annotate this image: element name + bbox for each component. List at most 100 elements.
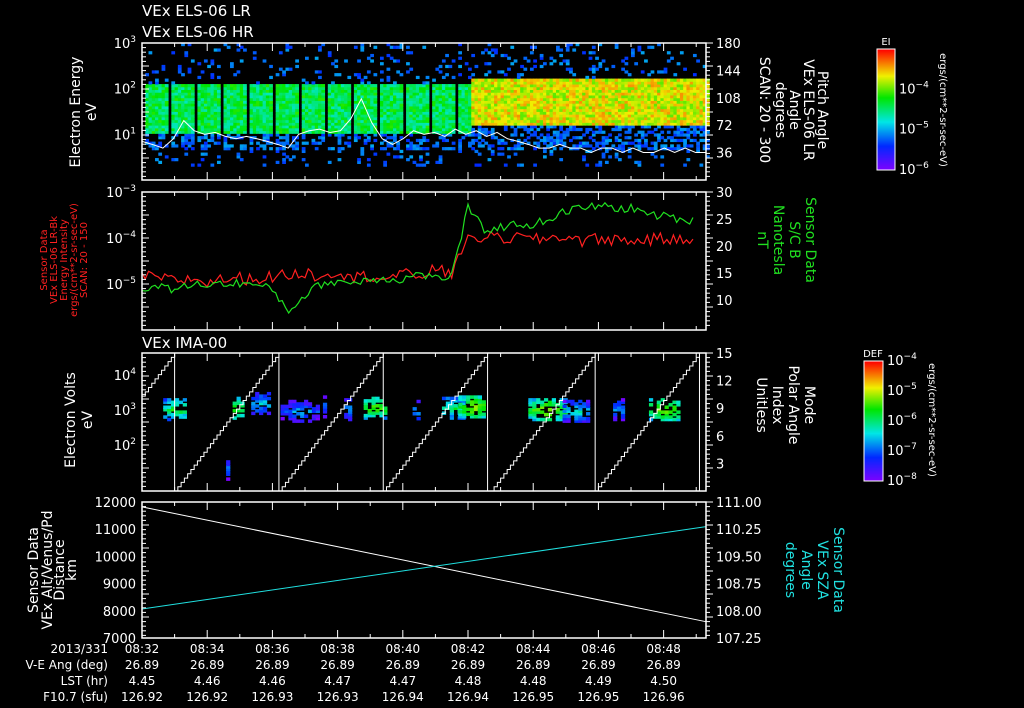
spectrogram-cell xyxy=(155,105,159,110)
spectrogram-cell xyxy=(591,122,596,126)
spectrogram-cell xyxy=(262,125,267,129)
spectrogram-cell xyxy=(337,158,342,162)
spectrogram-cell xyxy=(650,103,655,107)
spectrogram-cell xyxy=(383,130,388,134)
spectrogram-cell xyxy=(448,89,453,93)
spectrogram-cell xyxy=(243,114,247,118)
spectrogram-cell xyxy=(484,114,489,118)
spectrogram-cell xyxy=(556,45,560,49)
spectrogram-cell xyxy=(190,89,195,93)
spectrogram-cell xyxy=(520,122,524,126)
spectrogram-cell xyxy=(252,114,257,118)
spectrogram-cell xyxy=(588,97,593,101)
spectrogram-cell xyxy=(432,127,436,132)
spectrogram-cell xyxy=(699,138,704,143)
spectrogram-cell xyxy=(236,125,241,129)
spectrogram-cell xyxy=(432,119,436,123)
spectrogram-cell xyxy=(321,125,326,129)
spectrogram-cell xyxy=(318,136,322,140)
spectrogram-cell xyxy=(484,92,489,96)
spectrogram-cell xyxy=(542,149,547,154)
spectrogram-cell xyxy=(288,127,293,132)
spectrogram-cell xyxy=(187,119,192,123)
ima-cell xyxy=(315,414,320,418)
spectrogram-cell xyxy=(520,103,524,107)
spectrogram-cell xyxy=(425,86,430,91)
spectrogram-cell xyxy=(230,116,234,121)
spectrogram-cell xyxy=(344,86,348,91)
spectrogram-cell xyxy=(601,136,606,140)
spectrogram-cell xyxy=(464,116,469,121)
spectrogram-cell xyxy=(673,122,678,126)
spectrogram-cell xyxy=(285,133,290,137)
spectrogram-cell xyxy=(533,64,537,69)
spectrogram-cell xyxy=(591,105,596,110)
spectrogram-cell xyxy=(282,108,286,112)
spectrogram-cell xyxy=(181,108,185,112)
spectrogram-cell xyxy=(565,67,570,71)
spectrogram-cell xyxy=(243,100,247,104)
spectrogram-cell xyxy=(295,125,299,129)
spectrogram-cell xyxy=(591,64,596,69)
spectrogram-cell xyxy=(569,108,573,112)
spectrogram-cell xyxy=(278,51,283,55)
spectrogram-cell xyxy=(445,92,449,96)
spectrogram-cell xyxy=(366,136,371,140)
spectrogram-cell xyxy=(699,105,704,110)
spectrogram-cell xyxy=(295,86,299,91)
spectrogram-cell xyxy=(598,92,603,96)
spectrogram-cell xyxy=(347,130,352,134)
spectrogram-cell xyxy=(438,160,443,164)
spectrogram-cell xyxy=(533,78,537,82)
spectrogram-cell xyxy=(556,100,560,104)
spectrogram-cell xyxy=(598,103,603,107)
spectrogram-cell xyxy=(503,103,508,107)
spectrogram-cell xyxy=(269,64,273,69)
spectrogram-cell xyxy=(650,81,655,85)
spectrogram-cell xyxy=(481,86,485,91)
spectrogram-cell xyxy=(161,114,166,118)
ephemeris-value: 26.89 xyxy=(581,658,615,672)
spectrogram-cell xyxy=(259,127,264,132)
spectrogram-cell xyxy=(318,122,322,126)
ima-cell xyxy=(383,416,388,420)
spectrogram-cell xyxy=(435,122,440,126)
spectrogram-cell xyxy=(337,97,342,101)
spectrogram-cell xyxy=(239,86,244,91)
spectrogram-cell xyxy=(438,92,443,96)
spectrogram-cell xyxy=(699,89,704,93)
spectrogram-cell xyxy=(249,114,254,118)
spectrogram-cell xyxy=(379,122,384,126)
spectrogram-cell xyxy=(161,116,166,121)
spectrogram-cell xyxy=(526,97,531,101)
spectrogram-cell xyxy=(552,119,557,123)
spectrogram-cell xyxy=(366,122,371,126)
spectrogram-cell xyxy=(676,84,681,88)
spectrogram-cell xyxy=(177,130,182,134)
spectrogram-cell xyxy=(663,119,668,123)
ima-cell xyxy=(266,391,272,396)
spectrogram-cell xyxy=(252,95,257,99)
spectrogram-cell xyxy=(334,95,339,99)
spectrogram-cell xyxy=(216,64,221,69)
spectrogram-cell xyxy=(529,89,534,93)
spectrogram-cell xyxy=(490,81,495,85)
spectrogram-cell xyxy=(151,130,156,134)
spectrogram-cell xyxy=(617,147,622,151)
spectrogram-cell xyxy=(301,122,306,126)
spectrogram-cell xyxy=(347,127,352,132)
spectrogram-cell xyxy=(318,75,322,80)
spectrogram-cell xyxy=(660,122,665,126)
spectrogram-cell xyxy=(389,116,394,121)
spectrogram-cell xyxy=(611,89,616,93)
spectrogram-cell xyxy=(539,86,544,91)
spectrogram-cell xyxy=(526,86,531,91)
right-axis-label: Unitless xyxy=(753,377,769,433)
spectrogram-cell xyxy=(256,127,260,132)
spectrogram-cell xyxy=(477,136,482,140)
spectrogram-cell xyxy=(344,89,348,93)
spectrogram-cell xyxy=(569,78,573,82)
spectrogram-cell xyxy=(419,103,423,107)
spectrogram-cell xyxy=(301,111,306,115)
spectrogram-cell xyxy=(679,138,684,143)
